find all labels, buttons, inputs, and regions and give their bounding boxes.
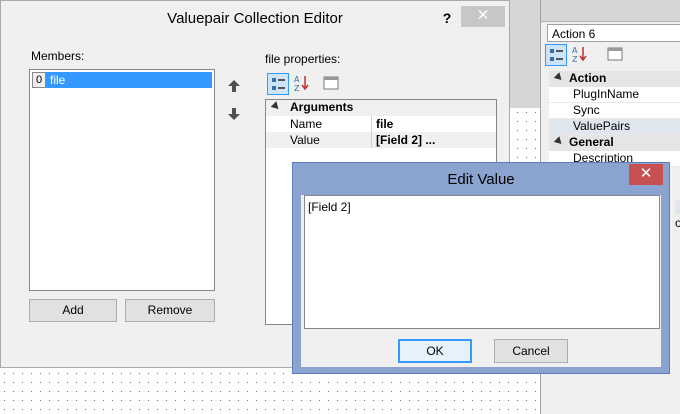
categorized-icon	[550, 49, 563, 61]
remove-button[interactable]: Remove	[125, 299, 215, 322]
property-partial-row	[675, 200, 680, 214]
categorized-icon	[272, 78, 285, 90]
help-button[interactable]: ?	[437, 10, 457, 28]
category-action[interactable]: Action	[549, 71, 680, 87]
object-selector[interactable]: Action 6	[547, 24, 680, 42]
sort-az-icon: A Z	[572, 46, 587, 64]
move-up-button[interactable]	[223, 75, 245, 97]
arrow-down-icon	[228, 108, 240, 120]
edit-value-body: OK Cancel	[301, 195, 661, 367]
property-pages-button[interactable]	[321, 73, 343, 95]
edit-value-title: Edit Value	[447, 171, 515, 188]
property-pages-button[interactable]	[605, 44, 627, 66]
categorized-view-button[interactable]	[545, 44, 567, 66]
members-list[interactable]: 0 file	[29, 69, 215, 291]
move-down-button[interactable]	[223, 103, 245, 125]
property-pages-icon	[323, 76, 339, 90]
property-pages-icon	[607, 47, 623, 61]
svg-text:Z: Z	[572, 55, 578, 64]
cancel-button[interactable]: Cancel	[494, 339, 568, 363]
arrow-up-icon	[228, 80, 240, 92]
category-general[interactable]: General	[549, 135, 680, 151]
property-partial-text: o	[675, 216, 680, 230]
property-name-label: Name	[290, 117, 323, 131]
member-name: file	[50, 73, 66, 87]
category-arguments[interactable]: Arguments	[266, 100, 496, 116]
property-pluginname[interactable]: PlugInName	[549, 87, 680, 103]
edit-value-close-button[interactable]: ✕	[629, 164, 663, 185]
grid-column-divider[interactable]	[371, 116, 372, 148]
edit-value-dialog: Edit Value ✕ OK Cancel	[292, 162, 670, 374]
alphabetical-view-button[interactable]: A Z	[291, 73, 313, 95]
collapse-icon	[553, 136, 565, 147]
svg-text:A: A	[294, 75, 300, 84]
properties-panel-top-bar	[541, 0, 680, 22]
dialog-title: Valuepair Collection Editor	[1, 1, 509, 37]
value-textarea[interactable]	[304, 195, 660, 329]
collapse-icon	[553, 72, 565, 83]
members-label: Members:	[31, 49, 85, 63]
collapse-icon	[270, 101, 282, 112]
property-name-value: file	[376, 117, 394, 131]
property-valuepairs[interactable]: ValuePairs	[549, 119, 680, 135]
svg-text:A: A	[572, 46, 578, 55]
add-button[interactable]: Add	[29, 299, 117, 322]
sort-az-icon: A Z	[294, 75, 309, 93]
alphabetical-view-button[interactable]: A Z	[569, 44, 591, 66]
property-row-name[interactable]: Name file	[266, 116, 496, 132]
property-value-value[interactable]: [Field 2] ...	[376, 133, 435, 147]
property-row-value[interactable]: Value [Field 2] ...	[266, 132, 496, 148]
property-value-label: Value	[290, 133, 320, 147]
ok-button[interactable]: OK	[398, 339, 472, 363]
file-properties-toolbar: A Z	[267, 73, 347, 97]
close-button[interactable]: ✕	[461, 6, 505, 27]
member-index: 0	[32, 72, 46, 88]
svg-text:Z: Z	[294, 84, 300, 93]
property-sync[interactable]: Sync	[549, 103, 680, 119]
file-properties-label: file properties:	[265, 52, 341, 66]
properties-toolbar: A Z	[545, 44, 680, 68]
list-item[interactable]: 0 file	[32, 72, 212, 88]
categorized-view-button[interactable]	[267, 73, 289, 95]
